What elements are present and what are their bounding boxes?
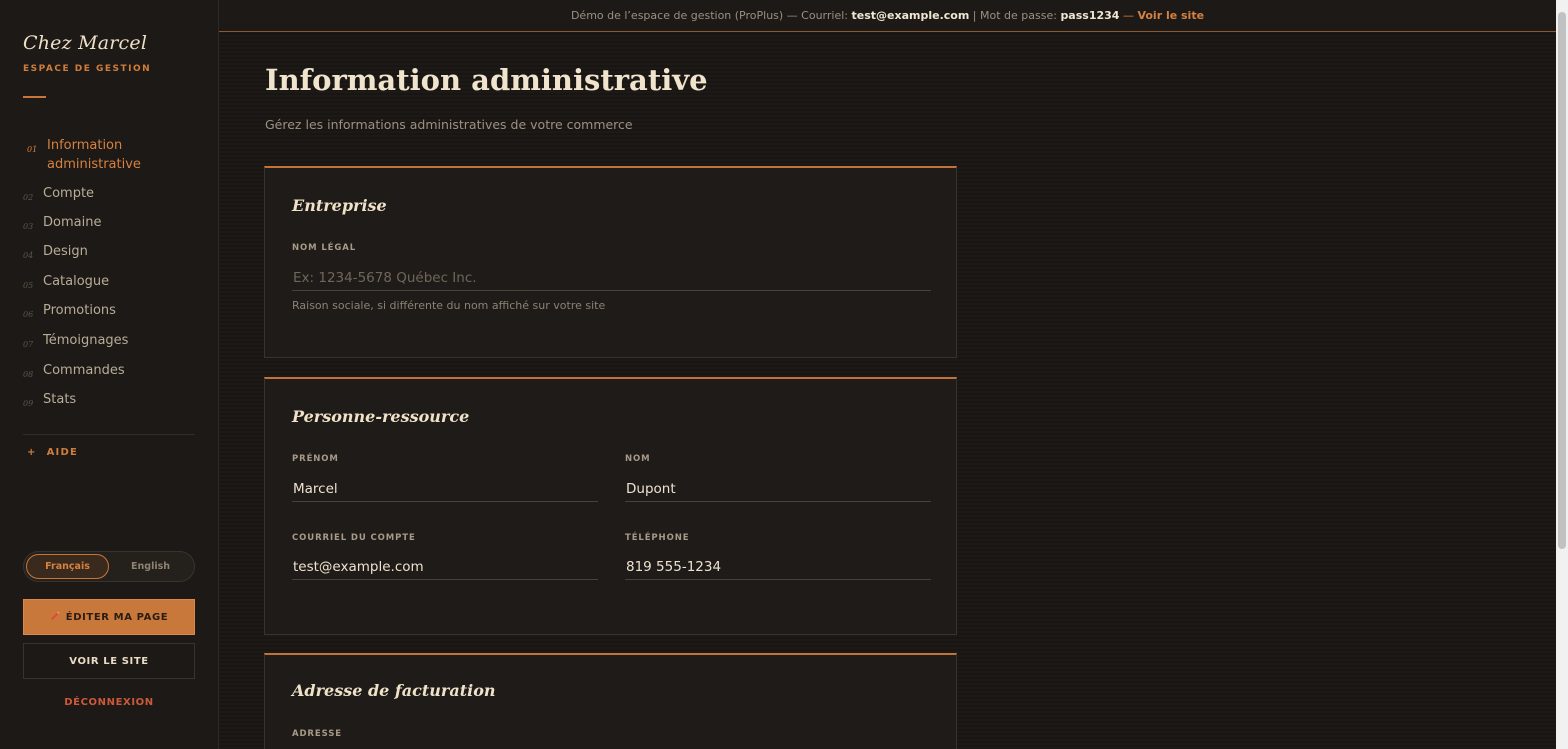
sidebar-item-temoignages[interactable]: 07 Témoignages <box>23 331 195 361</box>
lang-english-button[interactable]: English <box>109 554 192 579</box>
lastname-value: Dupont <box>626 480 676 497</box>
card-title: Adresse de facturation <box>292 681 496 700</box>
edit-page-label: ÉDITER MA PAGE <box>65 611 169 623</box>
sidebar-item-label: Stats <box>43 392 77 407</box>
sidebar-item-domaine[interactable]: 03 Domaine <box>23 213 195 242</box>
nav-number: 06 <box>23 310 34 319</box>
sidebar: Chez Marcel ESPACE DE GESTION 01 Informa… <box>0 0 219 749</box>
sidebar-item-label: Commandes <box>43 363 125 378</box>
banner-view-site-link[interactable]: Voir le site <box>1137 9 1204 22</box>
nav-number: 09 <box>23 399 34 408</box>
pencil-icon <box>50 611 60 624</box>
sidebar-item-catalogue[interactable]: 05 Catalogue <box>23 272 195 301</box>
phone-label: TÉLÉPHONE <box>625 533 690 543</box>
sidebar-item-label: Témoignages <box>43 333 129 348</box>
banner-sep: | Mot de passe: <box>972 9 1057 22</box>
brand: Chez Marcel ESPACE DE GESTION <box>23 32 151 74</box>
phone-value: 819 555-1234 <box>626 558 722 575</box>
sidebar-item-information-administrative[interactable]: 01 Information administrative <box>23 136 195 184</box>
edit-page-button[interactable]: ÉDITER MA PAGE <box>23 599 195 635</box>
lang-french-button[interactable]: Français <box>26 554 110 579</box>
card-title: Entreprise <box>292 196 387 215</box>
phone-input[interactable]: 819 555-1234 <box>625 554 931 580</box>
brand-title: Chez Marcel <box>23 32 148 54</box>
nav-number: 05 <box>23 281 34 290</box>
sidebar-item-label: Promotions <box>43 303 116 318</box>
scrollbar-thumb[interactable] <box>1558 12 1566 549</box>
banner-dash: — <box>1122 9 1134 22</box>
sidebar-item-promotions[interactable]: 06 Promotions <box>23 301 195 331</box>
legal-name-placeholder: Ex: 1234-5678 Québec Inc. <box>293 269 477 286</box>
nav-number: 03 <box>23 222 34 231</box>
banner-password: pass1234 <box>1060 9 1120 22</box>
main-content: Information administrative Gérez les inf… <box>219 33 1556 749</box>
nav-divider <box>23 434 195 435</box>
help-link[interactable]: + AIDE <box>27 447 78 458</box>
firstname-input[interactable]: Marcel <box>292 476 598 502</box>
sidebar-item-label: Information administrative <box>47 138 141 172</box>
nav-number: 02 <box>23 193 34 202</box>
card-title: Personne-ressource <box>292 407 470 426</box>
sidebar-item-label: Catalogue <box>43 274 110 289</box>
email-label: COURRIEL DU COMPTE <box>292 533 416 543</box>
address-label: ADRESSE <box>292 729 342 739</box>
page-subtitle: Gérez les informations administratives d… <box>265 117 633 132</box>
nav-number: 01 <box>27 145 38 154</box>
nav-number: 04 <box>23 251 34 260</box>
firstname-label: PRÉNOM <box>292 454 339 464</box>
legal-name-label: NOM LÉGAL <box>292 243 357 253</box>
entreprise-card: Entreprise NOM LÉGAL Ex: 1234-5678 Québe… <box>264 166 957 358</box>
email-input[interactable]: test@example.com <box>292 554 598 580</box>
lastname-label: NOM <box>625 454 651 464</box>
demo-banner: Démo de l’espace de gestion (ProPlus) — … <box>219 0 1556 32</box>
sidebar-item-label: Compte <box>43 186 95 201</box>
logout-button[interactable]: DÉCONNEXION <box>23 697 195 708</box>
page-scrollbar[interactable] <box>1556 0 1568 749</box>
nav-number: 08 <box>23 370 34 379</box>
help-label: AIDE <box>46 447 78 458</box>
banner-prefix: Démo de l’espace de gestion (ProPlus) — … <box>570 9 848 22</box>
sidebar-item-label: Domaine <box>43 215 102 230</box>
plus-icon: + <box>27 447 37 458</box>
email-value: test@example.com <box>293 558 424 575</box>
lastname-input[interactable]: Dupont <box>625 476 931 502</box>
sidebar-item-stats[interactable]: 09 Stats <box>23 390 195 419</box>
sidebar-item-design[interactable]: 04 Design <box>23 242 195 272</box>
view-site-button[interactable]: VOIR LE SITE <box>23 643 195 679</box>
firstname-value: Marcel <box>293 480 338 497</box>
brand-divider <box>23 96 46 98</box>
nav-number: 07 <box>23 340 34 349</box>
banner-email: test@example.com <box>851 9 970 22</box>
billing-card: Adresse de facturation ADRESSE <box>264 653 957 749</box>
sidebar-item-label: Design <box>43 244 88 259</box>
page-title: Information administrative <box>265 63 708 97</box>
language-toggle: Français English <box>23 551 195 582</box>
sidebar-item-compte[interactable]: 02 Compte <box>23 184 195 213</box>
brand-subtitle: ESPACE DE GESTION <box>23 64 152 74</box>
legal-name-input[interactable]: Ex: 1234-5678 Québec Inc. <box>292 265 931 291</box>
sidebar-item-commandes[interactable]: 08 Commandes <box>23 361 195 390</box>
legal-name-hint: Raison sociale, si différente du nom aff… <box>292 299 606 312</box>
sidebar-nav: 01 Information administrative 02 Compte … <box>23 136 195 419</box>
contact-card: Personne-ressource PRÉNOM Marcel NOM Dup… <box>264 377 957 635</box>
